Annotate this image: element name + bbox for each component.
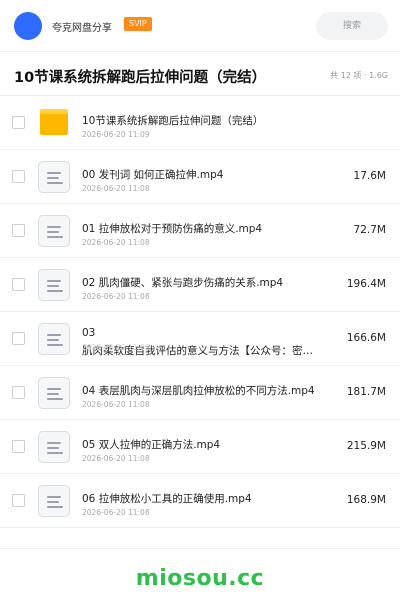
- select-checkbox[interactable]: [12, 494, 25, 507]
- file-date: 2026-06-20 11:08: [82, 292, 150, 301]
- file-icon: [38, 323, 70, 355]
- file-name[interactable]: 04 表层肌肉与深层肌肉拉伸放松的不同方法.mp4: [82, 383, 332, 398]
- file-size: 196.4M: [346, 278, 386, 290]
- file-size: 181.7M: [346, 386, 386, 398]
- svip-badge[interactable]: SVIP: [124, 17, 152, 31]
- select-checkbox[interactable]: [12, 116, 25, 129]
- folder-icon: [38, 107, 70, 139]
- file-icon: [38, 269, 70, 301]
- file-name[interactable]: 01 拉伸放松对于预防伤痛的意义.mp4: [82, 221, 332, 236]
- file-row[interactable]: 03 肌肉柔软度自我评估的意义与方法【公众号：密… 2026-06-20 11:08…: [0, 312, 400, 366]
- share-title-bar: 10节课系统拆解跑后拉伸问题（完结） 共 12 项 · 1.6G: [0, 52, 400, 96]
- top-header: 夸克网盘分享 SVIP 搜索: [0, 0, 400, 52]
- file-size: 72.7M: [353, 224, 386, 236]
- file-row[interactable]: 02 肌肉僵硬、紧张与跑步伤痛的关系.mp4 2026-06-20 11:08 19…: [0, 258, 400, 312]
- file-size: 215.9M: [346, 440, 386, 452]
- select-checkbox[interactable]: [12, 224, 25, 237]
- file-name[interactable]: 10节课系统拆解跑后拉伸问题（完结）: [82, 113, 332, 128]
- file-date: 2026-06-20 11:08: [82, 454, 150, 463]
- select-checkbox[interactable]: [12, 332, 25, 345]
- file-date: 2026-06-20 11:08: [82, 238, 150, 247]
- file-icon: [38, 431, 70, 463]
- file-size: 166.6M: [346, 332, 386, 344]
- file-name[interactable]: 00 发刊词 如何正确拉伸.mp4: [82, 167, 332, 182]
- file-name[interactable]: 03 肌肉柔软度自我评估的意义与方法【公众号：密…: [82, 324, 332, 360]
- file-icon: [38, 161, 70, 193]
- select-checkbox[interactable]: [12, 170, 25, 183]
- select-checkbox[interactable]: [12, 278, 25, 291]
- file-row[interactable]: 06 拉伸放松小工具的正确使用.mp4 2026-06-20 11:08 168.9…: [0, 474, 400, 528]
- file-date: 2026-06-20 11:08: [82, 343, 150, 352]
- search-input[interactable]: 搜索: [316, 12, 388, 40]
- page-title: 10节课系统拆解跑后拉伸问题（完结）: [14, 70, 267, 86]
- select-checkbox[interactable]: [12, 386, 25, 399]
- file-icon: [38, 215, 70, 247]
- share-meta: 共 12 项 · 1.6G: [330, 71, 388, 80]
- file-icon: [38, 485, 70, 517]
- file-date: 2026-06-20 11:08: [82, 400, 150, 409]
- file-size: 168.9M: [346, 494, 386, 506]
- file-date: 2026-06-20 11:09: [82, 130, 150, 139]
- file-size: 17.6M: [353, 170, 386, 182]
- file-row[interactable]: 01 拉伸放松对于预防伤痛的意义.mp4 2026-06-20 11:08 72.7…: [0, 204, 400, 258]
- file-row[interactable]: 00 发刊词 如何正确拉伸.mp4 2026-06-20 11:08 17.6M: [0, 150, 400, 204]
- file-list: 10节课系统拆解跑后拉伸问题（完结） 2026-06-20 11:09 00 发刊词…: [0, 96, 400, 528]
- brand-label: 夸克网盘分享: [52, 23, 112, 34]
- file-date: 2026-06-20 11:08: [82, 508, 150, 517]
- file-row[interactable]: 05 双人拉伸的正确方法.mp4 2026-06-20 11:08 215.9M: [0, 420, 400, 474]
- file-name[interactable]: 05 双人拉伸的正确方法.mp4: [82, 437, 332, 452]
- file-row[interactable]: 10节课系统拆解跑后拉伸问题（完结） 2026-06-20 11:09: [0, 96, 400, 150]
- file-icon: [38, 377, 70, 409]
- file-row[interactable]: 04 表层肌肉与深层肌肉拉伸放松的不同方法.mp4 2026-06-20 11:0…: [0, 366, 400, 420]
- file-date: 2026-06-20 11:08: [82, 184, 150, 193]
- file-name[interactable]: 02 肌肉僵硬、紧张与跑步伤痛的关系.mp4: [82, 275, 332, 290]
- avatar[interactable]: [14, 12, 42, 40]
- watermark-text: miosou.cc: [135, 566, 265, 591]
- select-checkbox[interactable]: [12, 440, 25, 453]
- file-name[interactable]: 06 拉伸放松小工具的正确使用.mp4: [82, 491, 332, 506]
- footer: miosou.cc: [0, 548, 400, 600]
